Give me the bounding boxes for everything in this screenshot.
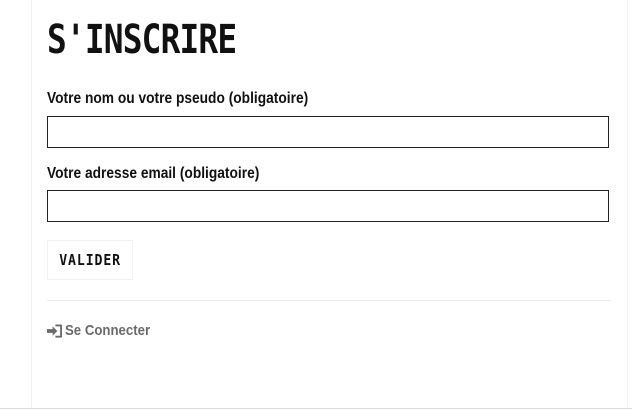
login-link[interactable]: Se Connecter (47, 322, 162, 339)
email-field-label: Votre adresse email (obligatoire) (47, 165, 260, 182)
name-field-label: Votre nom ou votre pseudo (obligatoire) (47, 90, 309, 107)
page-title: S'INSCRIRE (47, 17, 237, 63)
section-divider (47, 300, 610, 301)
email-input[interactable] (47, 190, 609, 222)
submit-button-label: VALIDER (59, 251, 121, 269)
name-input[interactable] (47, 116, 609, 148)
login-link-label: Se Connecter (65, 322, 151, 339)
submit-button[interactable]: VALIDER (47, 240, 133, 280)
sign-in-icon (47, 323, 62, 338)
bottom-border (0, 408, 632, 409)
page-background: S'INSCRIRE Votre nom ou votre pseudo (ob… (0, 0, 632, 411)
